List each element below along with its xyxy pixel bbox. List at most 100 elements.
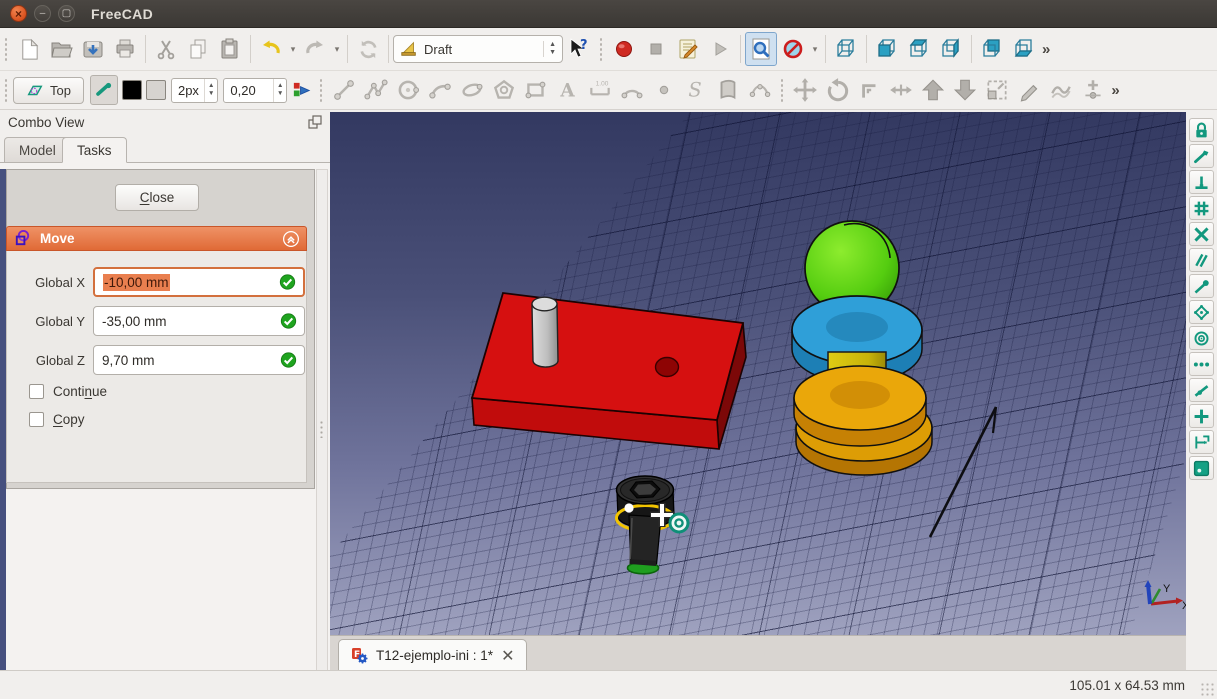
- draft-arc-button[interactable]: [424, 73, 456, 107]
- redo-button[interactable]: [299, 32, 331, 66]
- scrollbar-grip[interactable]: [319, 420, 325, 438]
- copy-button[interactable]: [182, 32, 214, 66]
- draft-facebinder-button[interactable]: [712, 73, 744, 107]
- continue-checkbox[interactable]: [29, 384, 44, 399]
- move-panel-header[interactable]: Move: [6, 226, 307, 251]
- gray-pin-object[interactable]: [531, 296, 559, 368]
- new-file-button[interactable]: [13, 32, 45, 66]
- apply-style-button[interactable]: [287, 75, 315, 105]
- snap-center-button[interactable]: [1189, 326, 1214, 350]
- toolbar-grip[interactable]: [599, 37, 604, 61]
- working-plane-button[interactable]: Top: [13, 76, 84, 104]
- macro-stop-button[interactable]: [640, 32, 672, 66]
- open-file-button[interactable]: [45, 32, 77, 66]
- toolbar-overflow-button[interactable]: »: [1111, 82, 1119, 99]
- toolbar-grip[interactable]: [4, 37, 9, 61]
- window-resize-grip[interactable]: [1200, 682, 1214, 696]
- window-maximize-button[interactable]: ▢: [58, 5, 75, 22]
- refresh-button[interactable]: [352, 32, 384, 66]
- macro-record-button[interactable]: [608, 32, 640, 66]
- window-minimize-button[interactable]: –: [34, 5, 51, 22]
- draft-point-button[interactable]: [648, 73, 680, 107]
- global-x-input[interactable]: -10,00 mm: [93, 267, 305, 297]
- axonometric-view-button[interactable]: [830, 32, 862, 66]
- annotation-arrow[interactable]: [928, 406, 998, 538]
- draw-style-menu-button[interactable]: ▾: [809, 44, 821, 55]
- right-view-button[interactable]: [935, 32, 967, 66]
- toolbar-overflow-button[interactable]: »: [1042, 41, 1050, 58]
- window-close-button[interactable]: [10, 5, 27, 22]
- snap-dimensions-button[interactable]: [1189, 430, 1214, 454]
- toolbar-grip[interactable]: [319, 78, 325, 102]
- snap-extension-button[interactable]: [1189, 404, 1214, 428]
- document-tab[interactable]: F T12-ejemplo-ini : 1* ✕: [338, 639, 528, 671]
- print-button[interactable]: [109, 32, 141, 66]
- draft-downgrade-button[interactable]: [949, 73, 981, 107]
- tab-tasks[interactable]: Tasks: [62, 137, 127, 163]
- draft-rectangle-button[interactable]: [520, 73, 552, 107]
- top-view-button[interactable]: [903, 32, 935, 66]
- draft-polygon-button[interactable]: [488, 73, 520, 107]
- copy-checkbox-row[interactable]: Copy: [29, 412, 85, 427]
- draft-trimex-button[interactable]: [885, 73, 917, 107]
- snap-midpoint-button[interactable]: [1189, 300, 1214, 324]
- snap-grid-button[interactable]: [1189, 196, 1214, 220]
- front-view-button[interactable]: [871, 32, 903, 66]
- face-color-swatch[interactable]: [145, 80, 166, 100]
- paste-button[interactable]: [214, 32, 246, 66]
- orange-disc-upper[interactable]: [793, 365, 927, 447]
- tab-model[interactable]: Model: [4, 137, 71, 163]
- close-task-button[interactable]: Close: [115, 184, 199, 211]
- red-plate-object[interactable]: [470, 292, 747, 450]
- snap-near-button[interactable]: [1189, 144, 1214, 168]
- draw-style-button[interactable]: [777, 32, 809, 66]
- macro-edit-button[interactable]: [672, 32, 704, 66]
- draft-move-button[interactable]: [789, 73, 821, 107]
- draft-rotate-button[interactable]: [821, 73, 853, 107]
- global-scale-arrows[interactable]: ▲ ▼: [272, 78, 286, 102]
- global-scale-spinbox[interactable]: 0,20 ▲ ▼: [223, 77, 288, 103]
- snap-ortho-button[interactable]: [1189, 352, 1214, 376]
- draft-bezcurve-button[interactable]: S: [680, 73, 712, 107]
- undo-button[interactable]: [255, 32, 287, 66]
- toolbar-grip[interactable]: [780, 78, 786, 102]
- draft-text-button[interactable]: A: [552, 73, 584, 107]
- float-panel-icon[interactable]: [308, 115, 322, 129]
- draft-ellipse-button[interactable]: [456, 73, 488, 107]
- snap-lock-button[interactable]: [1189, 118, 1214, 142]
- line-color-swatch[interactable]: [121, 80, 142, 100]
- draft-bezier-button[interactable]: [744, 73, 776, 107]
- draft-upgrade-button[interactable]: [917, 73, 949, 107]
- rear-view-button[interactable]: [976, 32, 1008, 66]
- draft-scale-button[interactable]: [981, 73, 1013, 107]
- draft-wire-button[interactable]: [360, 73, 392, 107]
- draft-wire-to-bspline-button[interactable]: [1045, 73, 1077, 107]
- snap-intersection-button[interactable]: [1189, 222, 1214, 246]
- bottom-view-button[interactable]: [1008, 32, 1040, 66]
- copy-checkbox[interactable]: [29, 412, 44, 427]
- snap-angle-button[interactable]: [1189, 378, 1214, 402]
- line-width-spinbox[interactable]: 2px ▲ ▼: [170, 77, 219, 103]
- line-width-arrows[interactable]: ▲ ▼: [203, 78, 217, 102]
- macro-play-button[interactable]: [704, 32, 736, 66]
- draft-offset-button[interactable]: [853, 73, 885, 107]
- whats-this-button[interactable]: ?: [563, 32, 595, 66]
- undo-menu-button[interactable]: ▾: [287, 44, 299, 55]
- continue-checkbox-row[interactable]: Continue: [29, 384, 107, 399]
- global-y-input[interactable]: -35,00 mm: [93, 306, 305, 336]
- 3d-viewport[interactable]: Y X: [330, 112, 1186, 635]
- redo-menu-button[interactable]: ▾: [331, 44, 343, 55]
- document-tab-close-icon[interactable]: ✕: [501, 646, 514, 666]
- draft-dimension-button[interactable]: 1.00: [584, 73, 616, 107]
- collapse-panel-icon[interactable]: [282, 230, 300, 248]
- cut-button[interactable]: [150, 32, 182, 66]
- draft-line-button[interactable]: [328, 73, 360, 107]
- snap-parallel-button[interactable]: [1189, 248, 1214, 272]
- workbench-selector[interactable]: Draft ▲ ▼: [393, 35, 563, 63]
- draft-bspline-button[interactable]: [616, 73, 648, 107]
- snap-perpendicular-button[interactable]: [1189, 170, 1214, 194]
- draft-edit-button[interactable]: [1013, 73, 1045, 107]
- snap-endpoint-button[interactable]: [1189, 274, 1214, 298]
- assembly-object[interactable]: [791, 220, 933, 476]
- global-z-input[interactable]: 9,70 mm: [93, 345, 305, 375]
